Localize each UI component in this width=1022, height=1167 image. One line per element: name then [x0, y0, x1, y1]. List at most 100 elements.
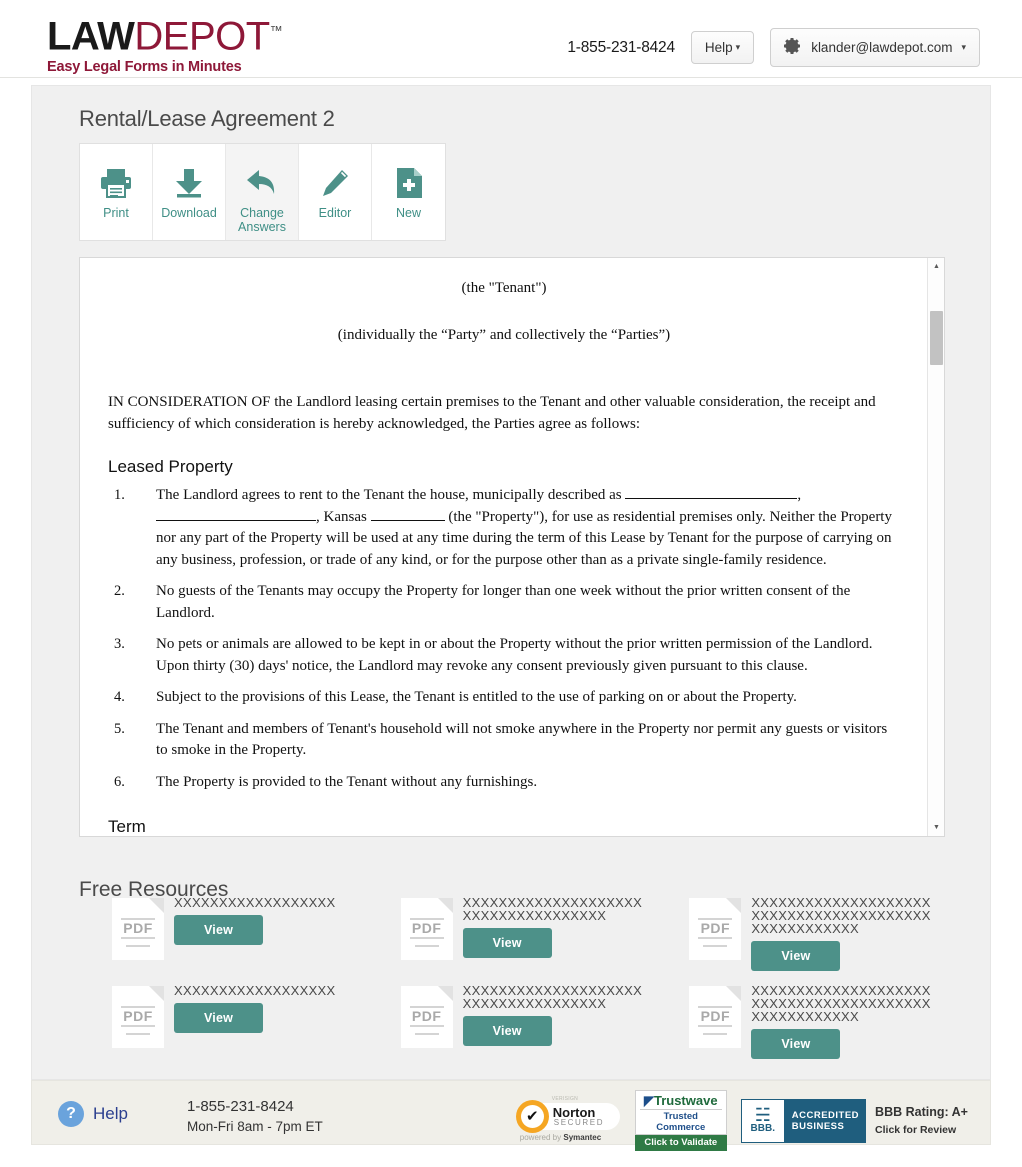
- norton-secured-label: SECURED: [553, 1117, 605, 1127]
- scrollbar-thumb[interactable]: [930, 311, 943, 365]
- list-item-number: 6.: [114, 773, 125, 790]
- bbb-word: BBB.: [750, 1123, 775, 1134]
- list-item: 3. No pets or animals are allowed to be …: [108, 634, 900, 677]
- editor-button[interactable]: Editor: [299, 144, 372, 240]
- site-header: LAWDEPOT™ Easy Legal Forms in Minutes 1-…: [0, 0, 1022, 78]
- scroll-down-icon[interactable]: ▼: [928, 819, 944, 836]
- change-answers-label: Change Answers: [238, 206, 286, 234]
- help-menu-button[interactable]: Help ▾: [690, 31, 755, 64]
- bbb-logo-right: ACCREDITED BUSINESS: [784, 1098, 867, 1143]
- account-menu-button[interactable]: klander@lawdepot.com ▾: [770, 28, 980, 67]
- scroll-up-icon[interactable]: ▲: [928, 258, 944, 275]
- print-button-label: Print: [103, 206, 129, 220]
- footer-help-link[interactable]: ? Help: [58, 1101, 128, 1127]
- list-item-number: 3.: [114, 636, 125, 652]
- pdf-rule: [698, 937, 733, 939]
- resource-body: XXXXXXXXXXXXXXXXXX View: [164, 982, 335, 1070]
- change-answers-button[interactable]: Change Answers: [226, 144, 299, 240]
- check-icon: ✔: [520, 1104, 544, 1128]
- new-document-button[interactable]: New: [372, 144, 445, 240]
- bbb-logo-left: ☵ BBB.: [740, 1098, 785, 1143]
- trademark-icon: ™: [269, 23, 283, 38]
- bbb-text: BBB Rating: A+ Click for Review: [875, 1103, 968, 1139]
- footer-help-label: Help: [93, 1104, 128, 1123]
- clause-6-text: The Property is provided to the Tenant w…: [156, 773, 538, 790]
- pdf-rule: [698, 1025, 733, 1027]
- clause-1-part-b: , Kansas: [316, 508, 367, 525]
- resource-name: XXXXXXXXXXXXXXXXXXXXXXXXXXXXXXXXXXXXXXXX…: [751, 895, 931, 936]
- view-button[interactable]: View: [462, 928, 552, 958]
- verisign-label: VERISIGN: [551, 1095, 579, 1102]
- leased-property-list: 1. The Landlord agrees to rent to the Te…: [108, 485, 900, 793]
- chevron-down-icon: ▾: [961, 42, 966, 52]
- printer-icon: [99, 160, 133, 206]
- clause-4-text: Subject to the provisions of this Lease,…: [156, 689, 797, 705]
- list-item-number: 2.: [114, 583, 125, 599]
- view-button[interactable]: View: [751, 1029, 841, 1059]
- list-item: 6. The Property is provided to the Tenan…: [108, 772, 900, 794]
- document-scrollbar[interactable]: ▲ ▼: [927, 258, 944, 836]
- norton-secured-badge[interactable]: VERISIGN ✔ Norton SECURED powered by Sym…: [515, 1095, 621, 1145]
- chevron-down-icon: ▾: [735, 42, 741, 52]
- resource-name: XXXXXXXXXXXXXXXXXXXXXXXXXXXXXXXXXXXXXXXX…: [751, 983, 931, 1024]
- resource-item: PDF XXXXXXXXXXXXXXXXXXXXXXXXXXXXXXXXXXXX…: [656, 894, 945, 982]
- pdf-rule: [126, 945, 150, 947]
- editor-button-label: Editor: [318, 206, 352, 220]
- view-button[interactable]: View: [462, 1016, 552, 1046]
- page-fold-icon: [149, 898, 164, 913]
- pdf-icon: PDF: [112, 898, 164, 960]
- download-button[interactable]: Download: [153, 144, 226, 240]
- bbb-rating: BBB Rating: A+: [875, 1104, 968, 1119]
- page-title: Rental/Lease Agreement 2: [79, 106, 335, 131]
- clause-1-part-c: (the "Property"), for use as residential…: [156, 508, 892, 568]
- list-item: 1. The Landlord agrees to rent to the Te…: [108, 485, 900, 571]
- term-heading: Term: [108, 817, 146, 836]
- page-fold-icon: [726, 986, 742, 1001]
- logo-text: LAWDEPOT™: [47, 10, 283, 57]
- trustwave-name: ◤Trustwave: [640, 1093, 722, 1108]
- question-mark-icon: ?: [58, 1101, 84, 1127]
- blank-field-city[interactable]: [156, 519, 316, 521]
- trustwave-validate-button[interactable]: Click to Validate: [634, 1135, 727, 1151]
- account-email-label: klander@lawdepot.com: [811, 40, 953, 55]
- print-button[interactable]: Print: [80, 144, 153, 240]
- main-panel: Rental/Lease Agreement 2 Print Download …: [31, 85, 991, 1080]
- pdf-label: PDF: [411, 1008, 442, 1024]
- bbb-badge[interactable]: ☵ BBB. ACCREDITED BUSINESS BBB Rating: A…: [740, 1098, 968, 1143]
- clause-3-text: No pets or animals are allowed to be kep…: [156, 636, 873, 674]
- list-item: 4. Subject to the provisions of this Lea…: [108, 687, 900, 709]
- logo-tagline: Easy Legal Forms in Minutes: [47, 59, 242, 76]
- footer-contact: 1-855-231-8424 Mon-Fri 8am - 7pm ET: [187, 1097, 323, 1137]
- pdf-label: PDF: [411, 920, 442, 936]
- footer-phone: 1-855-231-8424: [187, 1098, 294, 1115]
- pdf-rule: [121, 937, 155, 939]
- blank-field-zip[interactable]: [370, 519, 445, 521]
- bbb-business-label: BUSINESS: [791, 1120, 845, 1132]
- bbb-review-link[interactable]: Click for Review: [875, 1121, 968, 1139]
- pdf-rule: [414, 945, 439, 947]
- list-item: 5. The Tenant and members of Tenant's ho…: [108, 719, 900, 762]
- consideration-paragraph: IN CONSIDERATION OF the Landlord leasing…: [108, 394, 876, 432]
- blank-field-address1[interactable]: [625, 498, 798, 499]
- resource-name: XXXXXXXXXXXXXXXXXXXXXXXXXXXXXXXXXXXX: [462, 983, 643, 1011]
- download-button-label: Download: [161, 206, 217, 220]
- change-answers-line1: Change: [240, 206, 284, 220]
- resource-item: PDF XXXXXXXXXXXXXXXXXXXXXXXXXXXXXXXXXXXX…: [368, 982, 657, 1070]
- view-button[interactable]: View: [174, 1003, 264, 1033]
- view-button[interactable]: View: [751, 941, 841, 971]
- list-item-number: 1.: [114, 487, 125, 503]
- document-viewer[interactable]: (the "Tenant") (individually the “Party”…: [79, 257, 945, 837]
- view-button[interactable]: View: [174, 915, 264, 945]
- pdf-label: PDF: [700, 1008, 731, 1024]
- clause-1-part-a: The Landlord agrees to rent to the Tenan…: [156, 487, 622, 503]
- resource-name: XXXXXXXXXXXXXXXXXX: [174, 895, 336, 910]
- lawdepot-logo[interactable]: LAWDEPOT™ Easy Legal Forms in Minutes: [47, 10, 283, 76]
- header-actions: 1-855-231-8424 Help ▾ klander@lawdepot.c…: [567, 28, 980, 67]
- pdf-label: PDF: [123, 1008, 153, 1024]
- new-button-label: New: [395, 206, 421, 220]
- resource-body: XXXXXXXXXXXXXXXXXXXXXXXXXXXXXXXXXXXX Vie…: [453, 982, 643, 1070]
- pdf-label: PDF: [123, 920, 153, 936]
- resource-name: XXXXXXXXXXXXXXXXXXXXXXXXXXXXXXXXXXXX: [462, 895, 643, 923]
- trustwave-badge[interactable]: ◤Trustwave Trusted Commerce Click to Val…: [634, 1090, 727, 1151]
- pdf-icon: PDF: [112, 986, 164, 1048]
